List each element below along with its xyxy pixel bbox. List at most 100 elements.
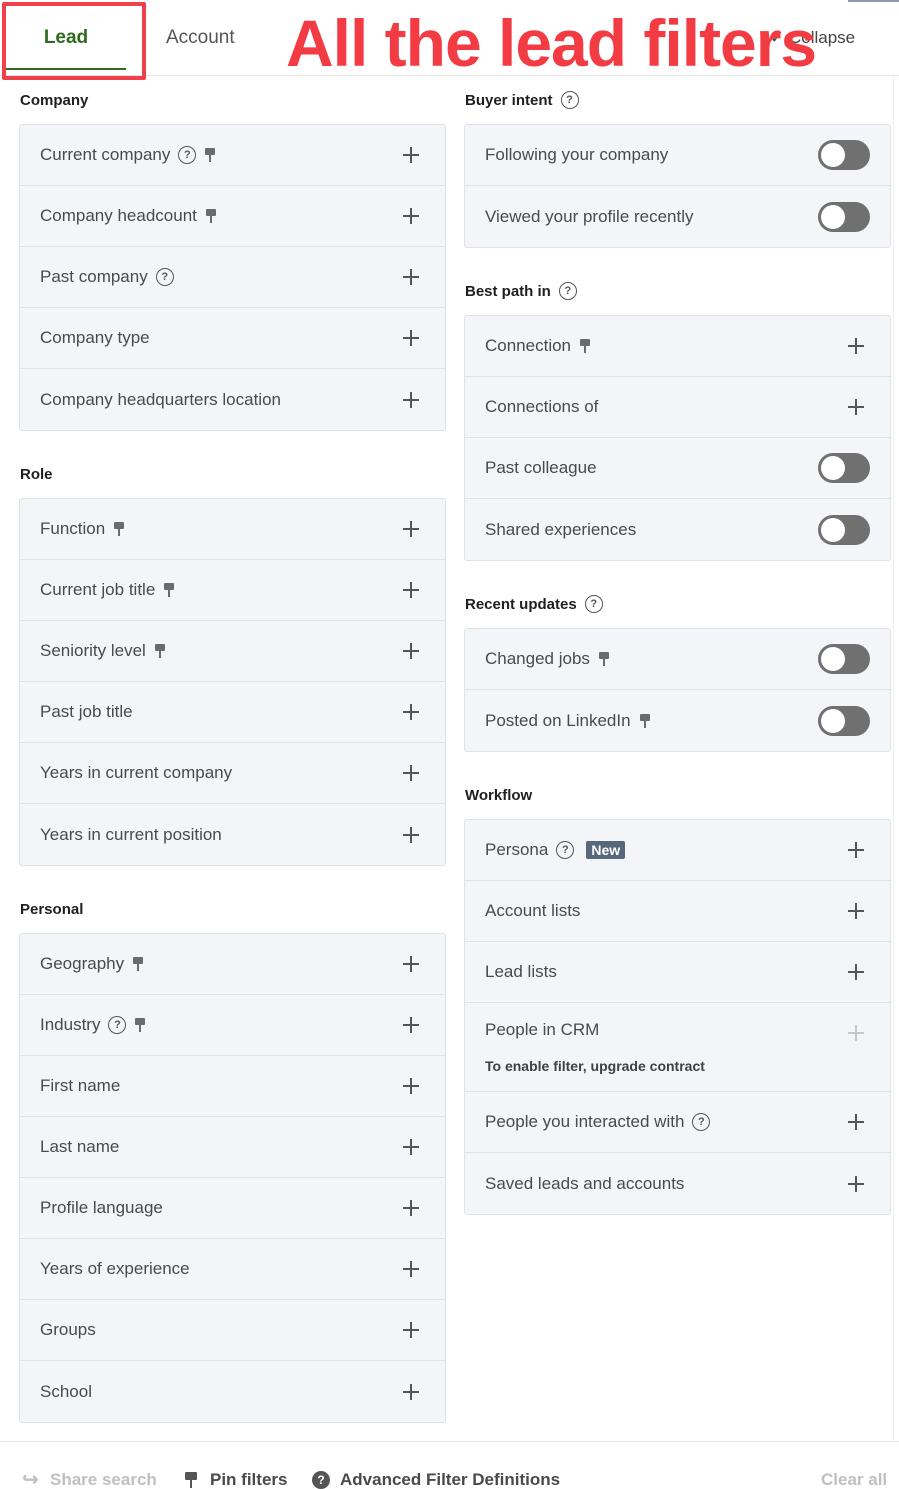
add-icon[interactable] xyxy=(403,582,419,598)
add-icon[interactable] xyxy=(403,1322,419,1338)
filter-first-name[interactable]: First name xyxy=(20,1056,445,1117)
filter-changed-jobs[interactable]: Changed jobs xyxy=(465,629,890,690)
filter-connections-of[interactable]: Connections of xyxy=(465,377,890,438)
filter-profile-language[interactable]: Profile language xyxy=(20,1178,445,1239)
advanced-filter-definitions-link[interactable]: ? Advanced Filter Definitions xyxy=(312,1470,560,1489)
company-filters-card: Current company? Company headcount Past co… xyxy=(19,124,446,431)
filter-label-row: Function xyxy=(40,519,125,539)
filter-past-company[interactable]: Past company? xyxy=(20,247,445,308)
add-icon[interactable] xyxy=(848,1114,864,1130)
pin-icon[interactable] xyxy=(204,147,216,163)
pin-filters-button[interactable]: Pin filters xyxy=(184,1470,287,1489)
filter-geography[interactable]: Geography xyxy=(20,934,445,995)
pin-icon[interactable] xyxy=(579,338,591,354)
filter-years-in-current-company[interactable]: Years in current company xyxy=(20,743,445,804)
tab-account[interactable]: Account xyxy=(166,0,235,76)
filter-label-row: Current job title xyxy=(40,580,175,600)
filter-groups[interactable]: Groups xyxy=(20,1300,445,1361)
filter-years-in-current-position[interactable]: Years in current position xyxy=(20,804,445,865)
question-icon: ? xyxy=(312,1471,330,1489)
filter-industry[interactable]: Industry? xyxy=(20,995,445,1056)
toggle-switch[interactable] xyxy=(818,453,870,483)
toggle-switch[interactable] xyxy=(818,644,870,674)
share-search-button[interactable]: Share search xyxy=(22,1467,157,1489)
filter-people-you-interacted-with[interactable]: People you interacted with? xyxy=(465,1092,890,1153)
filter-connection[interactable]: Connection xyxy=(465,316,890,377)
filter-last-name[interactable]: Last name xyxy=(20,1117,445,1178)
add-icon[interactable] xyxy=(403,1139,419,1155)
pin-icon[interactable] xyxy=(132,956,144,972)
pin-icon[interactable] xyxy=(598,651,610,667)
filter-shared-experiences[interactable]: Shared experiences xyxy=(465,499,890,560)
toggle-switch[interactable] xyxy=(818,705,870,736)
filter-following-your-company[interactable]: Following your company xyxy=(465,125,890,186)
add-icon[interactable] xyxy=(403,704,419,720)
filter-persona[interactable]: Persona? New xyxy=(465,820,890,881)
add-icon[interactable] xyxy=(403,147,419,163)
add-icon[interactable] xyxy=(403,269,419,285)
help-icon[interactable]: ? xyxy=(556,841,575,859)
add-icon[interactable] xyxy=(403,826,419,843)
clear-all-button[interactable]: Clear all xyxy=(821,1470,887,1489)
filter-company-type[interactable]: Company type xyxy=(20,308,445,369)
filter-label-row: Following your company xyxy=(485,145,668,165)
toggle-switch[interactable] xyxy=(818,201,870,232)
add-icon[interactable] xyxy=(403,765,419,781)
filter-label: Past company xyxy=(40,267,148,286)
pin-icon xyxy=(184,1471,198,1489)
filter-saved-leads-and-accounts[interactable]: Saved leads and accounts xyxy=(465,1153,890,1214)
filter-label-row: Years in current position xyxy=(40,825,222,845)
add-icon[interactable] xyxy=(848,964,864,980)
help-icon[interactable]: ? xyxy=(560,91,579,109)
help-icon[interactable]: ? xyxy=(178,146,197,164)
filter-posted-on-linkedin[interactable]: Posted on LinkedIn xyxy=(465,690,890,751)
filter-past-colleague[interactable]: Past colleague xyxy=(465,438,890,499)
section-title: Company xyxy=(20,91,89,109)
add-icon[interactable] xyxy=(848,338,864,354)
filter-school[interactable]: School xyxy=(20,1361,445,1422)
add-icon[interactable] xyxy=(848,1175,864,1192)
filter-current-job-title[interactable]: Current job title xyxy=(20,560,445,621)
help-icon[interactable]: ? xyxy=(584,595,603,613)
filter-people-in-crm[interactable]: People in CRM To enable filter, upgrade c… xyxy=(465,1003,890,1092)
filter-seniority-level[interactable]: Seniority level xyxy=(20,621,445,682)
filter-viewed-your-profile-recently[interactable]: Viewed your profile recently xyxy=(465,186,890,247)
add-icon[interactable] xyxy=(848,903,864,919)
filter-account-lists[interactable]: Account lists xyxy=(465,881,890,942)
pin-icon[interactable] xyxy=(163,582,175,598)
pin-icon[interactable] xyxy=(134,1017,146,1033)
add-icon[interactable] xyxy=(848,399,864,415)
add-icon[interactable] xyxy=(403,1261,419,1277)
filter-lead-lists[interactable]: Lead lists xyxy=(465,942,890,1003)
add-icon[interactable] xyxy=(403,956,419,972)
toggle-switch[interactable] xyxy=(818,514,870,545)
add-icon[interactable] xyxy=(403,1017,419,1033)
add-icon[interactable] xyxy=(403,521,419,537)
filter-years-of-experience[interactable]: Years of experience xyxy=(20,1239,445,1300)
add-icon[interactable] xyxy=(403,330,419,346)
pin-icon[interactable] xyxy=(205,208,217,224)
filter-past-job-title[interactable]: Past job title xyxy=(20,682,445,743)
filter-current-company[interactable]: Current company? xyxy=(20,125,445,186)
help-icon[interactable]: ? xyxy=(155,268,174,286)
help-icon[interactable]: ? xyxy=(108,1016,127,1034)
filter-label-row: Company headquarters location xyxy=(40,390,281,410)
add-icon[interactable] xyxy=(403,1383,419,1400)
add-icon[interactable] xyxy=(403,643,419,659)
filter-label: Past job title xyxy=(40,702,133,721)
filter-company-headquarters-location[interactable]: Company headquarters location xyxy=(20,369,445,430)
tab-lead[interactable]: Lead xyxy=(6,0,126,76)
toggle-switch[interactable] xyxy=(818,140,870,170)
filter-function[interactable]: Function xyxy=(20,499,445,560)
add-icon[interactable] xyxy=(848,842,864,858)
filter-company-headcount[interactable]: Company headcount xyxy=(20,186,445,247)
pin-icon[interactable] xyxy=(113,521,125,537)
add-icon[interactable] xyxy=(403,391,419,408)
add-icon[interactable] xyxy=(403,1200,419,1216)
add-icon[interactable] xyxy=(403,1078,419,1094)
help-icon[interactable]: ? xyxy=(692,1113,711,1131)
pin-icon[interactable] xyxy=(639,713,651,729)
add-icon[interactable] xyxy=(403,208,419,224)
pin-icon[interactable] xyxy=(154,643,166,659)
help-icon[interactable]: ? xyxy=(558,282,577,300)
